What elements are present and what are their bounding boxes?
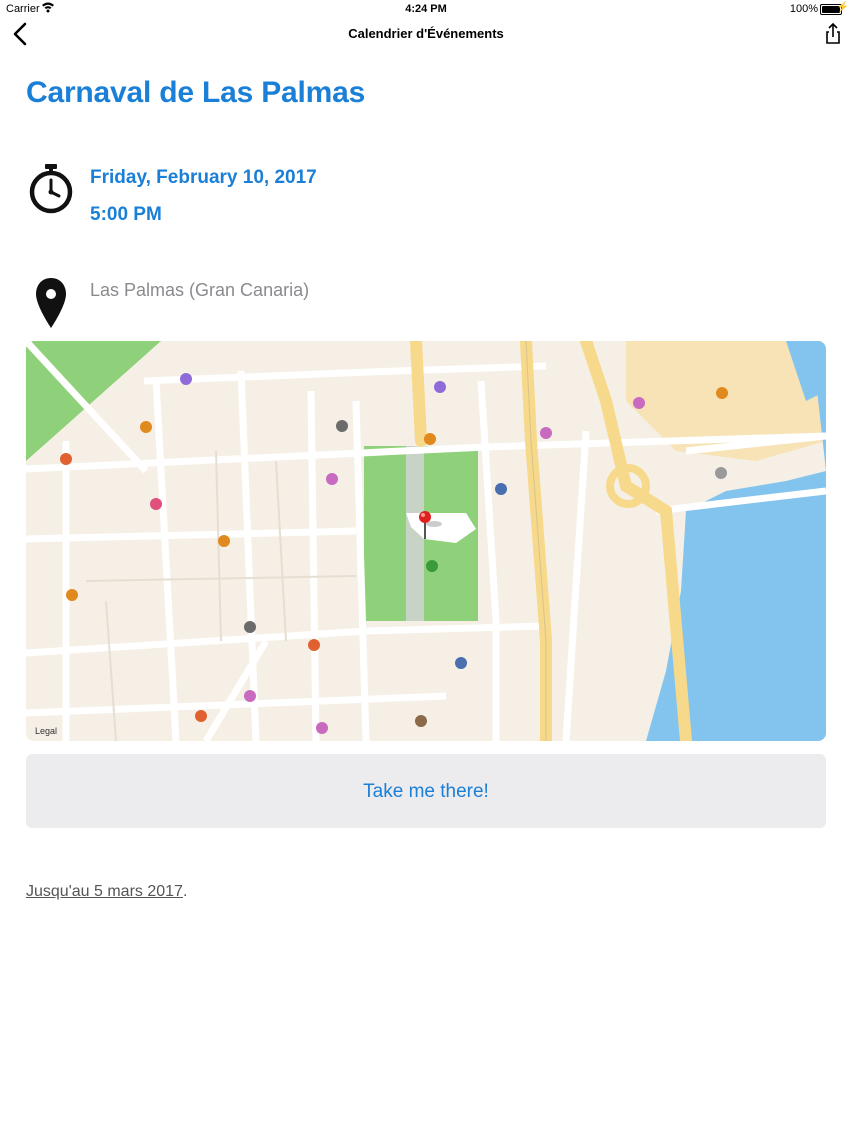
end-date-link[interactable]: Jusqu'au 5 mars 2017: [26, 883, 183, 900]
svg-text:Legal: Legal: [35, 726, 57, 736]
nav-title: Calendrier d'Événements: [348, 26, 504, 41]
take-me-there-button[interactable]: Take me there!: [26, 754, 826, 828]
event-title: Carnaval de Las Palmas: [26, 76, 366, 109]
status-bar: Carrier 4:24 PM 100% ⚡: [0, 0, 852, 18]
event-location: Las Palmas (Gran Canaria): [90, 280, 310, 300]
stopwatch-icon: [28, 162, 74, 214]
share-button[interactable]: [822, 22, 844, 46]
clock: 4:24 PM: [405, 3, 447, 15]
share-icon: [826, 22, 840, 44]
event-date: Friday, February 10, 2017: [90, 167, 317, 188]
location-pin-icon: [34, 276, 68, 330]
location-map[interactable]: Legal: [26, 341, 826, 741]
end-date-note: Jusqu'au 5 mars 2017.: [26, 883, 187, 901]
event-time: 5:00 PM: [90, 204, 162, 225]
battery-percent: 100%: [789, 3, 818, 15]
end-date-suffix: .: [182, 883, 188, 900]
navigation-bar: Calendrier d'Événements: [0, 18, 852, 48]
charging-icon: ⚡: [836, 2, 849, 13]
